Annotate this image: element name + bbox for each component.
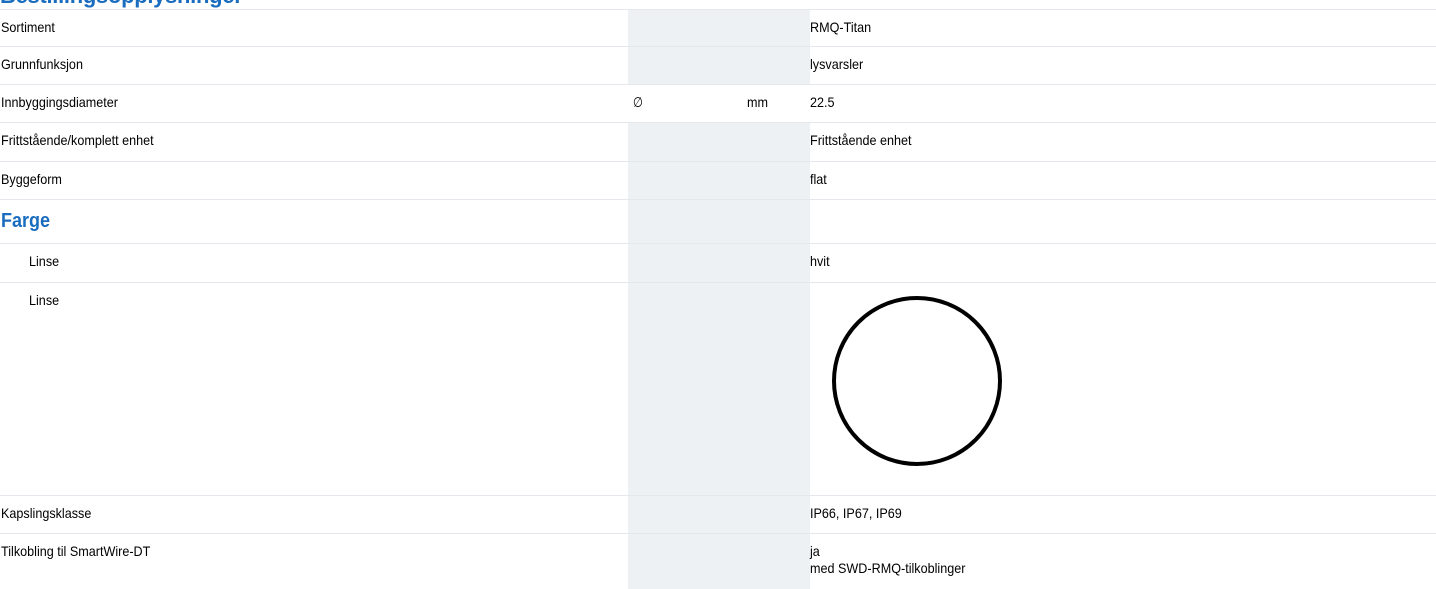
row-label: Frittstående/komplett enhet [1,132,154,148]
row-label: Sortiment [1,19,55,35]
table-row: Linse [0,283,1436,496]
table-row: Sortiment RMQ-Titan [0,9,1436,47]
unit-label: mm [747,94,768,110]
group-row-farge: Farge [0,200,1436,244]
row-label: Byggeform [1,171,62,187]
row-value: lysvarsler [810,56,864,72]
table-row: Tilkobling til SmartWire-DT ja med SWD-R… [0,534,1436,589]
row-label: Linse [29,292,60,308]
section-heading: Bestillingsopplysninger [0,0,242,8]
table-row: Kapslingsklasse IP66, IP67, IP69 [0,496,1436,534]
row-value: ja [810,543,820,559]
table-row: Frittstående/komplett enhet Frittstående… [0,123,1436,162]
row-value: IP66, IP67, IP69 [810,505,902,521]
row-label: Linse [29,253,60,269]
table-row: Innbyggingsdiameter ∅ mm 22.5 [0,85,1436,123]
table-row: Grunnfunksjon lysvarsler [0,47,1436,85]
row-label: Tilkobling til SmartWire-DT [1,543,151,559]
row-value-line2: med SWD-RMQ-tilkoblinger [810,560,966,576]
table-row: Byggeform flat [0,162,1436,200]
row-label: Innbyggingsdiameter [1,94,118,110]
row-value: flat [810,171,827,187]
diameter-symbol: ∅ [633,94,643,110]
table-row: Linse hvit [0,244,1436,283]
row-value: RMQ-Titan [810,19,872,35]
row-value: Frittstående enhet [810,132,912,148]
row-label: Grunnfunksjon [1,56,83,72]
row-value: hvit [810,253,830,269]
group-title: Farge [1,210,51,232]
row-label: Kapslingsklasse [1,505,92,521]
white-lens-circle-icon [832,296,1002,466]
row-value: 22.5 [810,94,835,110]
product-spec-table: Sortiment RMQ-Titan Grunnfunksjon lysvar… [0,9,1436,589]
